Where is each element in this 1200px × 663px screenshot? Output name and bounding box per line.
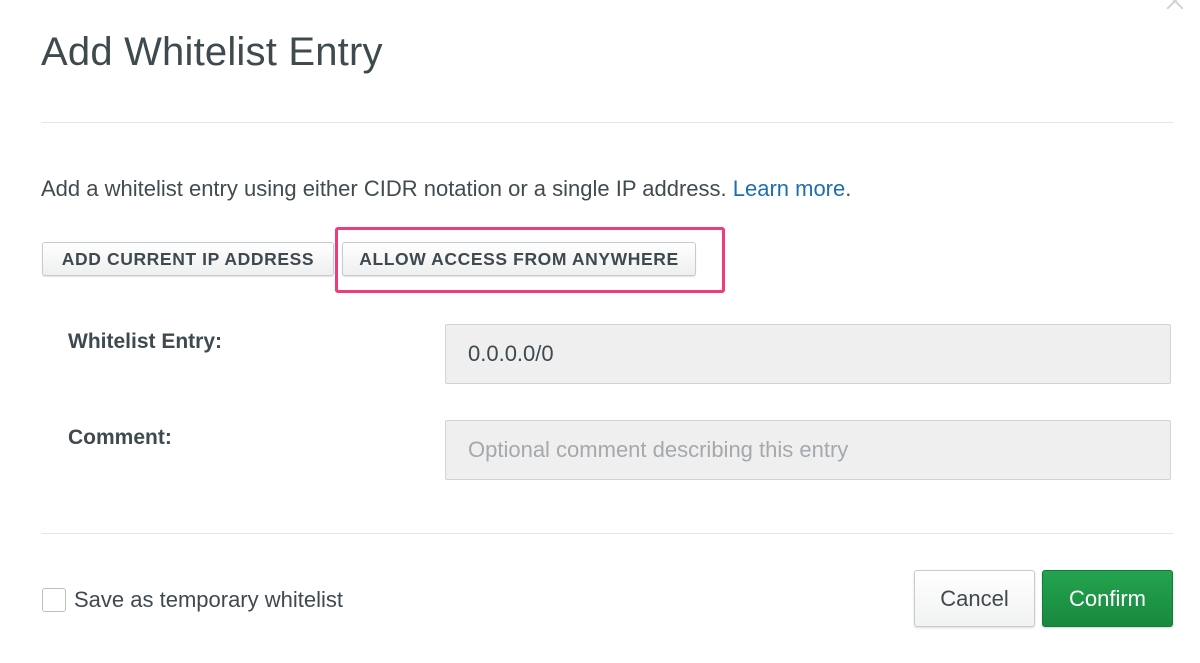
cancel-button[interactable]: Cancel — [914, 570, 1035, 627]
close-icon[interactable] — [1164, 0, 1186, 12]
whitelist-entry-label: Whitelist Entry: — [68, 330, 223, 353]
comment-input[interactable] — [445, 420, 1171, 480]
whitelist-entry-input[interactable] — [445, 324, 1171, 384]
intro-text: Add a whitelist entry using either CIDR … — [41, 176, 851, 202]
temporary-whitelist-label: Save as temporary whitelist — [74, 587, 343, 612]
confirm-button[interactable]: Confirm — [1042, 570, 1173, 627]
learn-more-link[interactable]: Learn more — [733, 176, 846, 201]
add-whitelist-dialog: Add Whitelist Entry Add a whitelist entr… — [0, 0, 1200, 663]
intro-description: Add a whitelist entry using either CIDR … — [41, 176, 733, 201]
add-current-ip-button[interactable]: ADD CURRENT IP ADDRESS — [42, 242, 334, 276]
temporary-whitelist-checkbox[interactable] — [42, 588, 66, 612]
footer-divider — [41, 533, 1173, 534]
temporary-whitelist-option[interactable]: Save as temporary whitelist — [42, 587, 343, 613]
comment-label: Comment: — [68, 426, 172, 449]
dialog-title: Add Whitelist Entry — [41, 30, 383, 74]
allow-access-anywhere-button[interactable]: ALLOW ACCESS FROM ANYWHERE — [342, 242, 696, 276]
header-divider — [41, 122, 1173, 123]
intro-period: . — [845, 176, 852, 201]
